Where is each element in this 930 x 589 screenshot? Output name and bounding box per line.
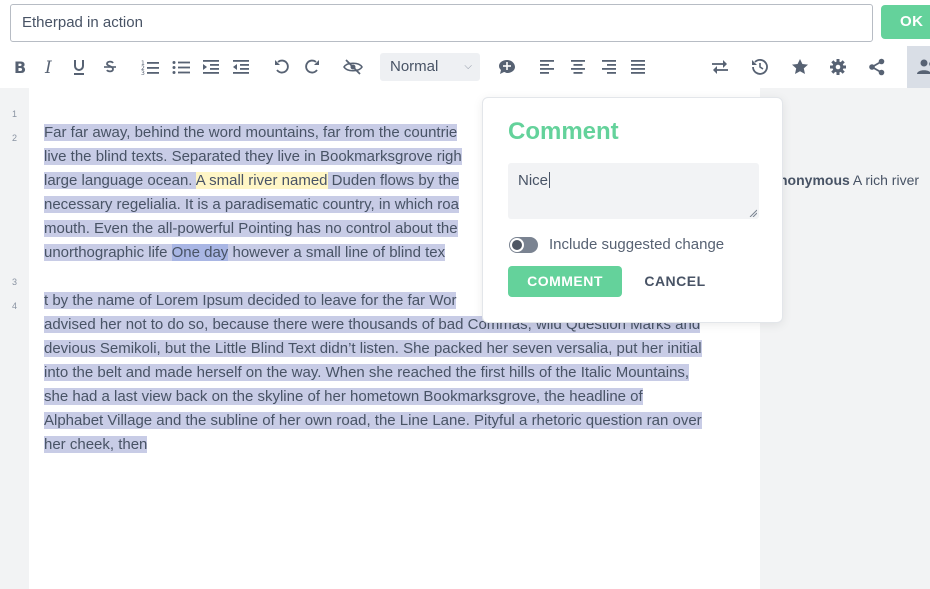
- text-line: t by the name of Lorem Ipsum decided to …: [44, 292, 457, 309]
- svg-text:B: B: [14, 59, 26, 75]
- submit-comment-button[interactable]: COMMENT: [508, 266, 622, 297]
- star-icon: [792, 59, 808, 74]
- strikethrough-icon: [104, 60, 116, 73]
- comment-textarea[interactable]: Nice: [508, 163, 759, 219]
- text-line: necessary regelialia. It is a paradisema…: [44, 196, 459, 213]
- heading-style-value: Normal: [390, 58, 439, 75]
- text-line: devious Semikoli, but the Little Blind T…: [44, 340, 702, 357]
- clear-authorship-button[interactable]: [340, 46, 366, 88]
- editor-paragraph-2[interactable]: Far far away, behind the word mountains,…: [44, 121, 462, 265]
- unordered-list-button[interactable]: [168, 46, 194, 88]
- selected-text: One day: [171, 244, 229, 261]
- suggested-change-toggle[interactable]: [509, 237, 538, 253]
- underline-icon: [74, 60, 84, 75]
- indent-icon: [203, 60, 219, 74]
- ordered-list-icon: 123: [141, 60, 159, 75]
- gear-icon: [830, 59, 846, 75]
- line-number: 4: [11, 301, 17, 311]
- outdent-button[interactable]: [228, 46, 254, 88]
- redo-icon: [305, 59, 319, 74]
- text-line: live the blind texts. Separated they liv…: [44, 148, 462, 165]
- text-line: Far far away, behind the word mountains,…: [44, 124, 458, 141]
- text-line: into the belt and made herself on the wa…: [44, 364, 690, 381]
- popup-title: Comment: [508, 118, 619, 145]
- comment-author: nonymous: [779, 172, 850, 188]
- undo-button[interactable]: [269, 46, 295, 88]
- strikethrough-button[interactable]: [97, 46, 123, 88]
- exchange-icon: [712, 60, 728, 74]
- line-number: 2: [11, 133, 17, 143]
- pad-title-input[interactable]: Etherpad in action: [10, 4, 873, 42]
- cancel-button[interactable]: CANCEL: [633, 266, 717, 297]
- text-line: large language ocean.: [44, 172, 196, 189]
- chevron-down-icon: ⌵: [464, 61, 472, 72]
- suggested-change-label: Include suggested change: [549, 236, 725, 253]
- users-button[interactable]: [907, 46, 930, 88]
- title-bar: Etherpad in action OK: [0, 0, 930, 46]
- comment-text: A rich river: [852, 172, 920, 188]
- comment-icon: [499, 60, 515, 74]
- undo-icon: [275, 59, 289, 74]
- text-line: Alphabet Village and the subline of her …: [44, 412, 702, 429]
- align-left-icon: [540, 60, 554, 74]
- bold-button[interactable]: B: [7, 46, 33, 88]
- align-justify-button[interactable]: [625, 46, 651, 88]
- align-center-button[interactable]: [565, 46, 591, 88]
- star-button[interactable]: [787, 46, 813, 88]
- text-line: however a small line of blind tex: [228, 244, 446, 261]
- add-comment-button[interactable]: [494, 46, 520, 88]
- timeslider-button[interactable]: [747, 46, 773, 88]
- line-number: 1: [11, 109, 17, 119]
- ordered-list-button[interactable]: 123: [137, 46, 163, 88]
- commented-text[interactable]: A small river named: [195, 172, 328, 189]
- line-number: 3: [11, 277, 17, 287]
- align-justify-icon: [631, 60, 645, 74]
- underline-button[interactable]: [66, 46, 92, 88]
- bold-icon: B: [14, 59, 26, 75]
- share-button[interactable]: [864, 46, 890, 88]
- svg-text:3: 3: [141, 70, 145, 75]
- unordered-list-icon: [172, 61, 190, 74]
- text-line: unorthographic life: [44, 244, 172, 261]
- align-right-icon: [602, 60, 616, 74]
- svg-text:I: I: [44, 59, 52, 75]
- history-icon: [752, 59, 768, 75]
- share-icon: [869, 58, 885, 76]
- outdent-icon: [233, 60, 249, 74]
- eye-slash-icon: [343, 59, 363, 75]
- users-icon: [917, 59, 930, 74]
- redo-button[interactable]: [299, 46, 325, 88]
- text-line: mouth. Even the all-powerful Pointing ha…: [44, 220, 458, 237]
- indent-button[interactable]: [198, 46, 224, 88]
- toggle-knob: [510, 238, 524, 252]
- align-center-icon: [571, 60, 585, 74]
- align-right-button[interactable]: [595, 46, 621, 88]
- italic-button[interactable]: I: [36, 46, 62, 88]
- settings-button[interactable]: [825, 46, 851, 88]
- new-comment-popup: Comment Nice Include suggested change CO…: [482, 97, 783, 323]
- title-ok-button[interactable]: OK: [881, 5, 930, 39]
- align-left-button[interactable]: [535, 46, 561, 88]
- import-export-button[interactable]: [707, 46, 733, 88]
- heading-style-select[interactable]: Normal ⌵: [380, 53, 480, 81]
- editor-toolbar: B I 123 Normal ⌵: [0, 46, 930, 88]
- text-line: her cheek, then: [44, 436, 148, 453]
- text-line: she had a last view back on the skyline …: [44, 388, 643, 405]
- comment-input-value: Nice: [518, 172, 549, 189]
- text-line: Duden flows by the: [327, 172, 460, 189]
- italic-icon: I: [44, 59, 52, 75]
- text-cursor: [549, 172, 551, 188]
- resize-handle-icon[interactable]: [749, 209, 757, 217]
- sidebar-comment[interactable]: nonymous A rich river: [779, 172, 919, 188]
